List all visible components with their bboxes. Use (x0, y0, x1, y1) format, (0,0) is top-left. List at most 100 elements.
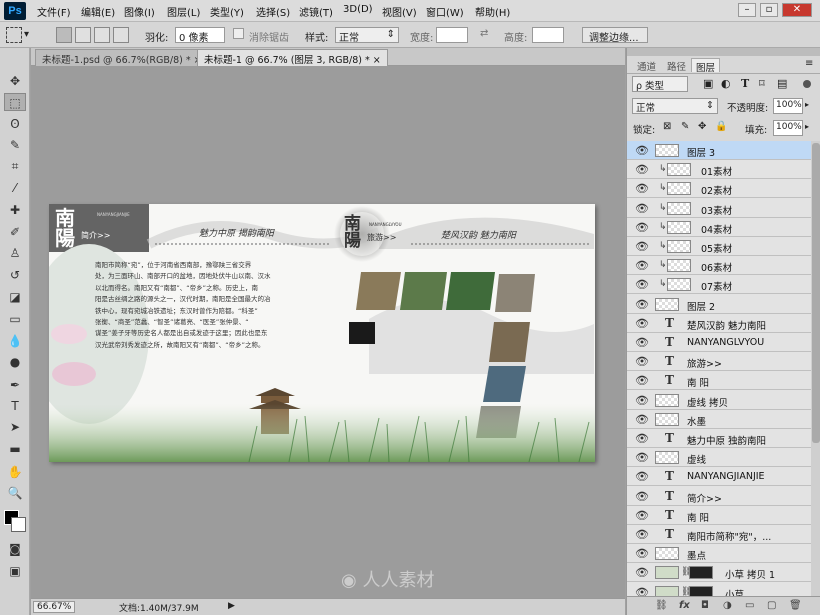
eye-icon[interactable]: 👁 (635, 413, 649, 426)
subtract-selection-icon[interactable] (94, 27, 110, 43)
filter-type-icon[interactable]: T (741, 77, 749, 90)
eye-icon[interactable]: 👁 (635, 394, 649, 407)
layer-row[interactable]: 👁 T 旅游>> (627, 352, 811, 372)
filter-smart-object-icon[interactable]: ▤ (777, 77, 787, 90)
chevron-down-icon[interactable]: ▾ (24, 29, 29, 40)
lock-pixels-icon[interactable]: ✎ (681, 121, 689, 132)
quick-mask-icon[interactable]: ◙ (4, 540, 26, 558)
chevron-right-icon[interactable]: ▶ (228, 601, 235, 611)
screen-mode-icon[interactable]: ▣ (4, 562, 26, 580)
marquee-tool-icon[interactable]: ⬚ (4, 93, 26, 111)
eye-icon[interactable]: 👁 (635, 298, 649, 311)
menu-image[interactable]: 图像(I) (124, 4, 155, 19)
eraser-tool-icon[interactable]: ◪ (4, 288, 26, 306)
scrollbar[interactable] (811, 141, 820, 596)
background-color-swatch[interactable] (11, 517, 26, 532)
refine-edge-button[interactable]: 调整边缘... (582, 27, 648, 44)
gradient-tool-icon[interactable]: ▭ (4, 310, 26, 328)
layer-row[interactable]: 👁 ↳ 06素材 (627, 256, 811, 276)
restore-button[interactable]: ▫ (760, 3, 778, 17)
chevron-right-icon[interactable]: ▸ (805, 122, 809, 131)
eye-icon[interactable]: 👁 (635, 182, 649, 195)
eyedropper-tool-icon[interactable]: ⁄ (4, 179, 26, 197)
eye-icon[interactable]: 👁 (635, 470, 649, 483)
tab-layers[interactable]: 图层 (691, 58, 721, 74)
menu-layer[interactable]: 图层(L) (167, 4, 200, 19)
menu-3d[interactable]: 3D(D) (343, 4, 373, 15)
intersect-selection-icon[interactable] (113, 27, 129, 43)
eye-icon[interactable]: 👁 (635, 528, 649, 541)
crop-tool-icon[interactable]: ⌗ (4, 157, 26, 175)
menu-filter[interactable]: 滤镜(T) (299, 4, 333, 19)
path-select-tool-icon[interactable]: ➤ (4, 418, 26, 436)
eye-icon[interactable]: 👁 (635, 221, 649, 234)
tab-channels[interactable]: 通道 (633, 58, 660, 73)
move-tool-icon[interactable]: ✥ (4, 72, 26, 90)
layer-row[interactable]: 👁 T 魅力中原 独韵南阳 (627, 429, 811, 448)
menu-type[interactable]: 类型(Y) (210, 4, 244, 19)
layer-row[interactable]: 👁 T NANYANGLVYOU (627, 333, 811, 352)
trash-icon[interactable]: 🗑 (789, 600, 802, 611)
eye-icon[interactable]: 👁 (635, 144, 649, 157)
close-icon[interactable]: × (373, 55, 381, 66)
canvas-area[interactable]: 南陽 简介>> NANYANGJIANJIE 魅力中原 揭韵南阳 南陽 旅游>>… (31, 66, 625, 598)
width-input[interactable] (436, 27, 468, 43)
style-select[interactable]: 正常 ⇕ (335, 27, 399, 44)
scrollbar-thumb[interactable] (812, 143, 820, 443)
tab-document-1[interactable]: 未标题-1.psd @ 66.7%(RGB/8) * × (35, 49, 209, 66)
layer-row[interactable]: 👁 图层 3 (627, 141, 811, 160)
layer-list[interactable]: 👁 图层 3 👁 ↳ 01素材 👁 ↳ 02素材 👁 ↳ 03素材 👁 ↳ 04素材 👁 ↳ 05素材 👁 ↳ 06素… (627, 141, 820, 596)
tab-document-2[interactable]: 未标题-1 @ 66.7% (图层 3, RGB/8) * × (197, 49, 388, 66)
layer-row[interactable]: 👁 虚线 拷贝 (627, 390, 811, 410)
layer-row[interactable]: 👁 T 简介>> (627, 486, 811, 506)
layer-row[interactable]: 👁 ↳ 05素材 (627, 237, 811, 256)
eye-icon[interactable]: 👁 (635, 202, 649, 215)
eye-icon[interactable]: 👁 (635, 317, 649, 330)
lock-transparency-icon[interactable]: ⊠ (663, 121, 671, 132)
menu-file[interactable]: 文件(F) (37, 4, 71, 19)
new-group-icon[interactable]: ▭ (745, 600, 754, 611)
lock-all-icon[interactable]: 🔒 (715, 121, 727, 132)
link-layers-icon[interactable]: ⛓ (655, 600, 668, 611)
eye-icon[interactable]: 👁 (635, 451, 649, 464)
layer-style-icon[interactable]: fx (679, 600, 690, 611)
pen-tool-icon[interactable]: ✒ (4, 376, 26, 394)
document-canvas[interactable]: 南陽 简介>> NANYANGJIANJIE 魅力中原 揭韵南阳 南陽 旅游>>… (49, 204, 595, 462)
eye-icon[interactable]: 👁 (635, 432, 649, 445)
clone-stamp-tool-icon[interactable]: ♙ (4, 244, 26, 262)
lock-position-icon[interactable]: ✥ (698, 121, 706, 132)
layer-row[interactable]: 👁 ↳ 03素材 (627, 198, 811, 218)
lasso-tool-icon[interactable]: ʘ (4, 115, 26, 133)
layer-row[interactable]: 👁 T 南阳市简称"宛"，... (627, 525, 811, 544)
menu-window[interactable]: 窗口(W) (426, 4, 464, 19)
eye-icon[interactable]: 👁 (635, 490, 649, 503)
eye-icon[interactable]: 👁 (635, 509, 649, 522)
new-layer-icon[interactable]: ▢ (767, 600, 776, 611)
eye-icon[interactable]: 👁 (635, 278, 649, 291)
eye-icon[interactable]: 👁 (635, 547, 649, 560)
layer-row[interactable]: 👁 墨点 (627, 544, 811, 564)
feather-input[interactable]: 0 像素 (175, 27, 225, 44)
new-selection-icon[interactable] (56, 27, 72, 43)
chevron-right-icon[interactable]: ▸ (805, 100, 809, 109)
add-selection-icon[interactable] (75, 27, 91, 43)
add-mask-icon[interactable]: ◘ (701, 600, 709, 611)
layer-row[interactable]: 👁 水墨 (627, 409, 811, 429)
zoom-level[interactable]: 66.67% (33, 601, 76, 613)
menu-help[interactable]: 帮助(H) (475, 4, 510, 19)
eye-icon[interactable]: 👁 (635, 586, 649, 596)
filter-toggle-icon[interactable] (803, 80, 811, 88)
eye-icon[interactable]: 👁 (635, 240, 649, 253)
eye-icon[interactable]: 👁 (635, 163, 649, 176)
rectangle-tool-icon[interactable]: ▬ (4, 440, 26, 458)
type-tool-icon[interactable]: T (4, 397, 26, 415)
menu-view[interactable]: 视图(V) (382, 4, 417, 19)
eye-icon[interactable]: 👁 (635, 336, 649, 349)
adjustment-layer-icon[interactable]: ◑ (723, 600, 732, 611)
layer-row[interactable]: 👁 虚线 (627, 448, 811, 468)
minimize-button[interactable]: – (738, 3, 756, 17)
opacity-input[interactable]: 100% (773, 98, 803, 114)
layer-row[interactable]: 👁 T 楚风汉韵 魅力南阳 (627, 313, 811, 333)
eye-icon[interactable]: 👁 (635, 566, 649, 579)
filter-shape-icon[interactable]: ⌑ (759, 77, 765, 90)
